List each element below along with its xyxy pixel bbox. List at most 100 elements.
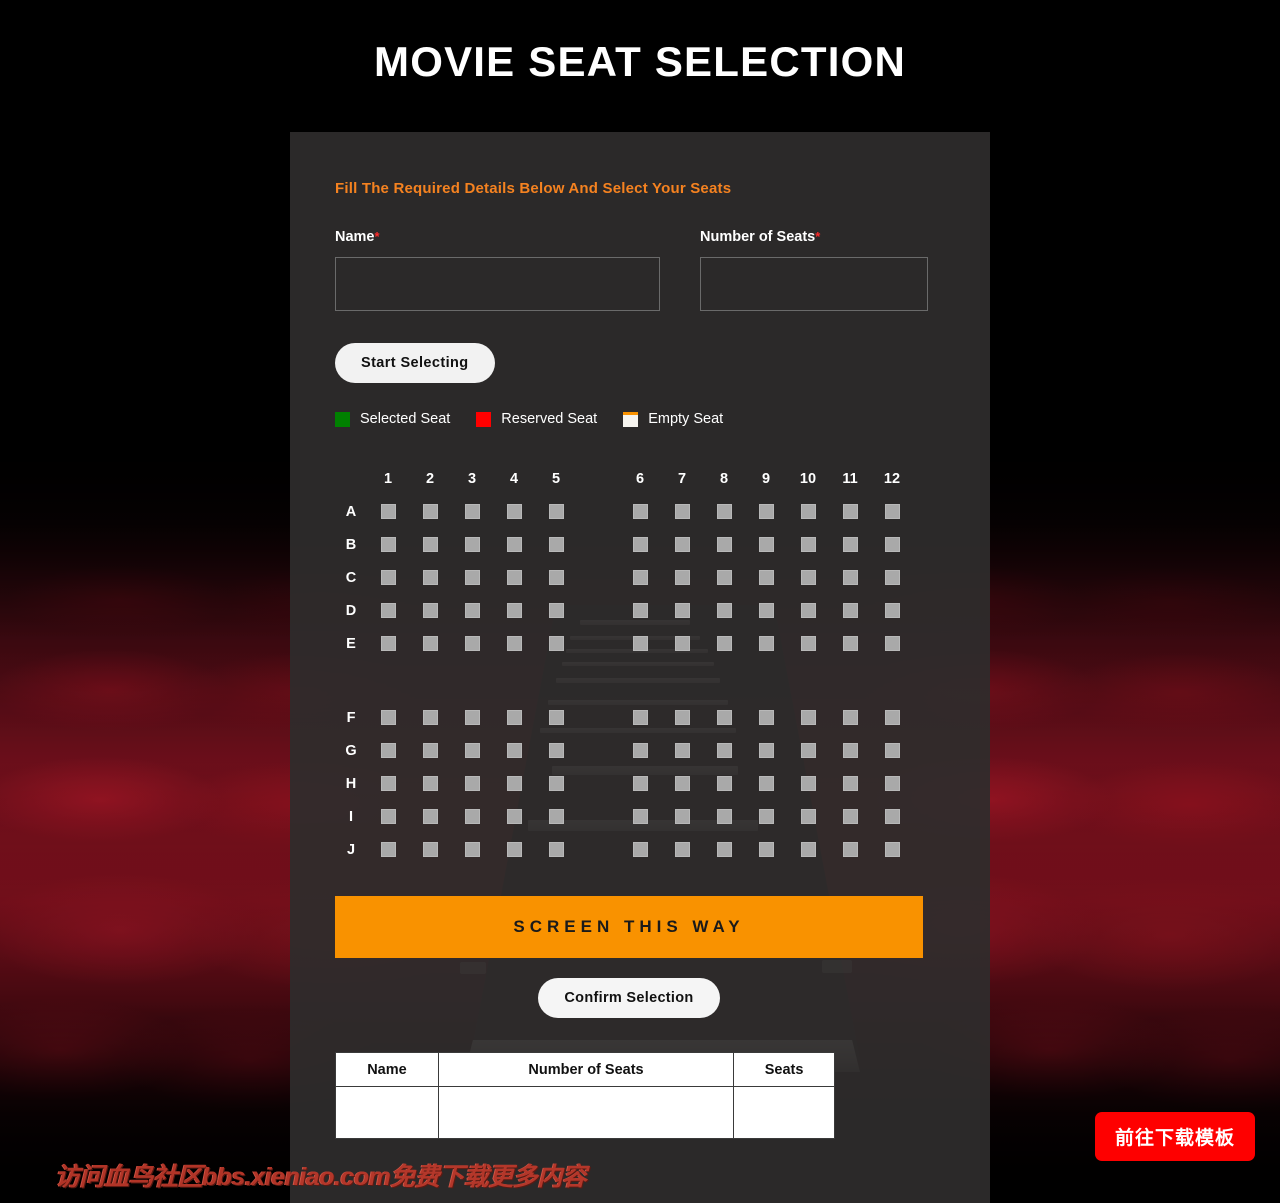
seat-E6[interactable] bbox=[632, 636, 648, 651]
seat-G6[interactable] bbox=[632, 743, 648, 758]
seat-F12[interactable] bbox=[884, 710, 900, 725]
seat-E4[interactable] bbox=[506, 636, 522, 651]
seat-B11[interactable] bbox=[842, 537, 858, 552]
seat-C3[interactable] bbox=[464, 570, 480, 585]
seat-G1[interactable] bbox=[380, 743, 396, 758]
seat-J6[interactable] bbox=[632, 842, 648, 857]
seat-A9[interactable] bbox=[758, 504, 774, 519]
seat-I2[interactable] bbox=[422, 809, 438, 824]
seat-E3[interactable] bbox=[464, 636, 480, 651]
seat-C1[interactable] bbox=[380, 570, 396, 585]
seat-F2[interactable] bbox=[422, 710, 438, 725]
seat-J3[interactable] bbox=[464, 842, 480, 857]
seat-H11[interactable] bbox=[842, 776, 858, 791]
seat-E8[interactable] bbox=[716, 636, 732, 651]
seat-D1[interactable] bbox=[380, 603, 396, 618]
seat-E7[interactable] bbox=[674, 636, 690, 651]
seat-C12[interactable] bbox=[884, 570, 900, 585]
seat-A1[interactable] bbox=[380, 504, 396, 519]
seat-J8[interactable] bbox=[716, 842, 732, 857]
seat-F4[interactable] bbox=[506, 710, 522, 725]
seat-J9[interactable] bbox=[758, 842, 774, 857]
seat-A7[interactable] bbox=[674, 504, 690, 519]
seat-D12[interactable] bbox=[884, 603, 900, 618]
seat-E9[interactable] bbox=[758, 636, 774, 651]
seat-F3[interactable] bbox=[464, 710, 480, 725]
seat-J7[interactable] bbox=[674, 842, 690, 857]
seat-D7[interactable] bbox=[674, 603, 690, 618]
seat-A2[interactable] bbox=[422, 504, 438, 519]
seat-A12[interactable] bbox=[884, 504, 900, 519]
seat-E5[interactable] bbox=[548, 636, 564, 651]
seat-C5[interactable] bbox=[548, 570, 564, 585]
seat-H8[interactable] bbox=[716, 776, 732, 791]
seat-H7[interactable] bbox=[674, 776, 690, 791]
seat-I7[interactable] bbox=[674, 809, 690, 824]
seat-G2[interactable] bbox=[422, 743, 438, 758]
seat-B1[interactable] bbox=[380, 537, 396, 552]
seat-I12[interactable] bbox=[884, 809, 900, 824]
seat-G8[interactable] bbox=[716, 743, 732, 758]
seat-D5[interactable] bbox=[548, 603, 564, 618]
seat-G5[interactable] bbox=[548, 743, 564, 758]
seat-J2[interactable] bbox=[422, 842, 438, 857]
seat-J4[interactable] bbox=[506, 842, 522, 857]
seat-B8[interactable] bbox=[716, 537, 732, 552]
seat-G3[interactable] bbox=[464, 743, 480, 758]
seat-H4[interactable] bbox=[506, 776, 522, 791]
seat-I4[interactable] bbox=[506, 809, 522, 824]
seat-B5[interactable] bbox=[548, 537, 564, 552]
seat-E12[interactable] bbox=[884, 636, 900, 651]
number-of-seats-input[interactable] bbox=[700, 257, 928, 311]
seat-I9[interactable] bbox=[758, 809, 774, 824]
seat-A5[interactable] bbox=[548, 504, 564, 519]
start-selecting-button[interactable]: Start Selecting bbox=[335, 343, 495, 383]
seat-B3[interactable] bbox=[464, 537, 480, 552]
name-input[interactable] bbox=[335, 257, 660, 311]
seat-F8[interactable] bbox=[716, 710, 732, 725]
seat-E11[interactable] bbox=[842, 636, 858, 651]
seat-G11[interactable] bbox=[842, 743, 858, 758]
seat-H12[interactable] bbox=[884, 776, 900, 791]
seat-I10[interactable] bbox=[800, 809, 816, 824]
seat-A3[interactable] bbox=[464, 504, 480, 519]
seat-C2[interactable] bbox=[422, 570, 438, 585]
seat-I6[interactable] bbox=[632, 809, 648, 824]
seat-F7[interactable] bbox=[674, 710, 690, 725]
seat-D11[interactable] bbox=[842, 603, 858, 618]
seat-C11[interactable] bbox=[842, 570, 858, 585]
seat-I3[interactable] bbox=[464, 809, 480, 824]
seat-H1[interactable] bbox=[380, 776, 396, 791]
seat-I8[interactable] bbox=[716, 809, 732, 824]
seat-J12[interactable] bbox=[884, 842, 900, 857]
seat-B6[interactable] bbox=[632, 537, 648, 552]
seat-D3[interactable] bbox=[464, 603, 480, 618]
seat-H9[interactable] bbox=[758, 776, 774, 791]
seat-B9[interactable] bbox=[758, 537, 774, 552]
seat-F10[interactable] bbox=[800, 710, 816, 725]
seat-F11[interactable] bbox=[842, 710, 858, 725]
seat-G12[interactable] bbox=[884, 743, 900, 758]
seat-A11[interactable] bbox=[842, 504, 858, 519]
seat-G10[interactable] bbox=[800, 743, 816, 758]
seat-F1[interactable] bbox=[380, 710, 396, 725]
seat-I11[interactable] bbox=[842, 809, 858, 824]
seat-C10[interactable] bbox=[800, 570, 816, 585]
seat-C9[interactable] bbox=[758, 570, 774, 585]
seat-J5[interactable] bbox=[548, 842, 564, 857]
seat-J10[interactable] bbox=[800, 842, 816, 857]
seat-A4[interactable] bbox=[506, 504, 522, 519]
download-template-button[interactable]: 前往下载模板 bbox=[1094, 1112, 1255, 1161]
seat-B7[interactable] bbox=[674, 537, 690, 552]
seat-E1[interactable] bbox=[380, 636, 396, 651]
confirm-selection-button[interactable]: Confirm Selection bbox=[538, 978, 720, 1018]
seat-G4[interactable] bbox=[506, 743, 522, 758]
seat-H6[interactable] bbox=[632, 776, 648, 791]
seat-J1[interactable] bbox=[380, 842, 396, 857]
seat-J11[interactable] bbox=[842, 842, 858, 857]
seat-F9[interactable] bbox=[758, 710, 774, 725]
seat-A10[interactable] bbox=[800, 504, 816, 519]
seat-E2[interactable] bbox=[422, 636, 438, 651]
seat-D8[interactable] bbox=[716, 603, 732, 618]
seat-H3[interactable] bbox=[464, 776, 480, 791]
